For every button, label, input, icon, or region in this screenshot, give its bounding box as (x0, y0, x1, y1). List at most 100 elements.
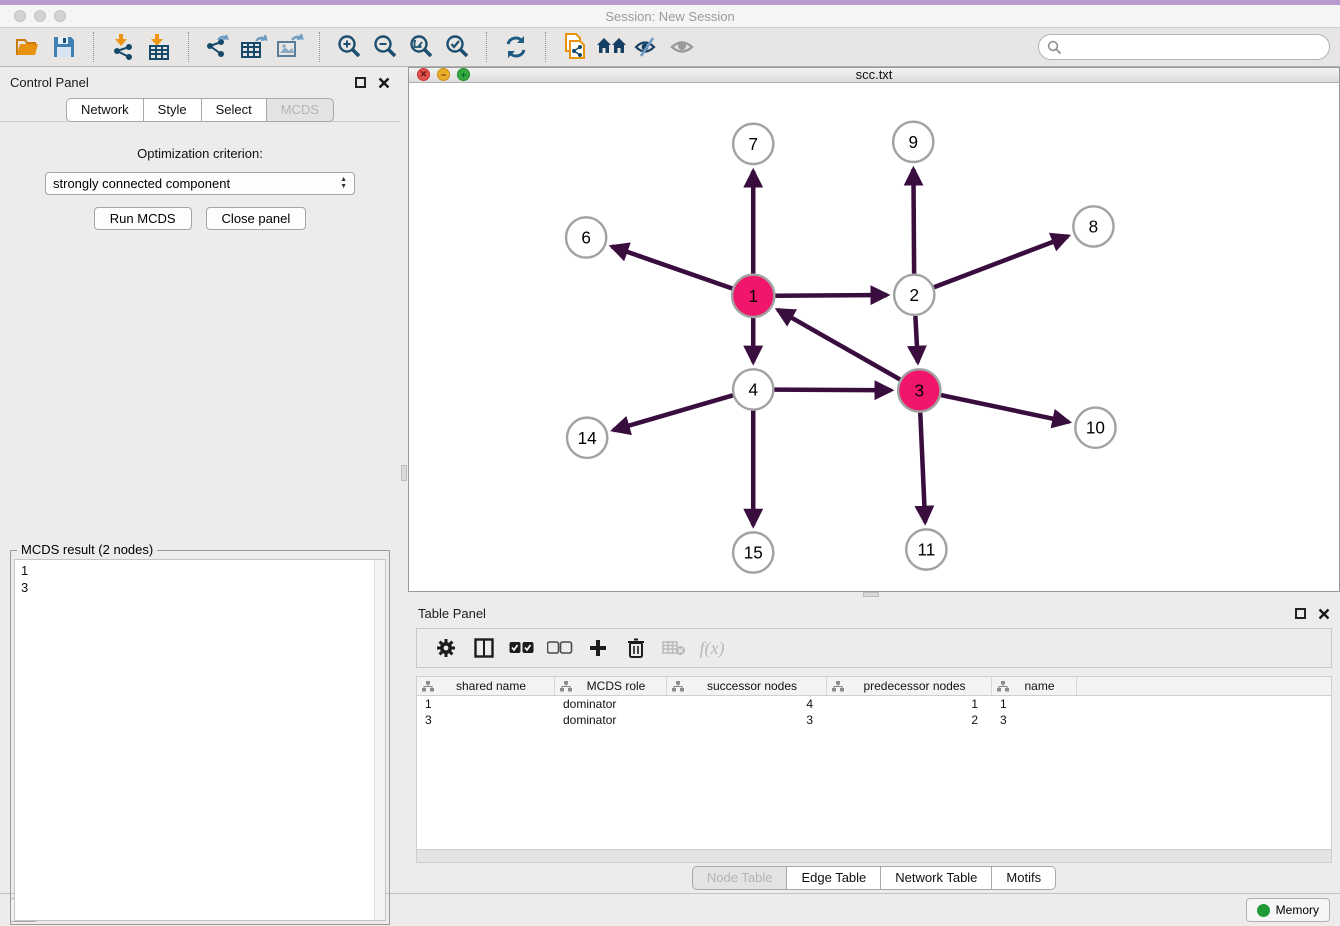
table-cell[interactable]: 3 (992, 712, 1077, 728)
export-image-icon[interactable] (275, 32, 305, 62)
close-panel-button[interactable]: Close panel (206, 207, 307, 230)
edge-4-14[interactable] (613, 395, 733, 430)
table-panel-float-button[interactable] (1295, 608, 1306, 619)
clone-network-icon[interactable] (560, 32, 590, 62)
table-header-row: shared nameMCDS rolesuccessor nodesprede… (417, 677, 1331, 696)
zoom-selected-icon[interactable] (442, 32, 472, 62)
show-column-panel-icon[interactable] (465, 635, 503, 661)
node-label-2: 2 (910, 286, 920, 305)
optimization-criterion-label: Optimization criterion: (0, 146, 400, 161)
column-header-predecessor-nodes[interactable]: predecessor nodes (827, 677, 992, 695)
refresh-icon[interactable] (501, 32, 531, 62)
select-all-rows-icon[interactable] (503, 635, 541, 661)
network-graph[interactable]: 7961284314101511 (409, 83, 1339, 591)
splitter-handle[interactable] (401, 465, 407, 481)
memory-button[interactable]: Memory (1246, 898, 1330, 922)
vertical-splitter[interactable] (400, 67, 408, 893)
mcds-result-text[interactable]: 1 3 (15, 560, 374, 920)
edge-3-11[interactable] (920, 412, 925, 522)
save-session-icon[interactable] (49, 32, 79, 62)
table-cell[interactable]: 2 (827, 712, 992, 728)
network-close-button[interactable]: ✕ (417, 68, 430, 81)
control-panel-float-button[interactable] (355, 77, 366, 88)
column-type-icon (672, 681, 684, 692)
node-table: shared nameMCDS rolesuccessor nodesprede… (416, 676, 1332, 863)
search-icon (1047, 40, 1062, 55)
column-type-icon (422, 681, 434, 692)
edge-2-3[interactable] (915, 316, 917, 362)
memory-label: Memory (1276, 903, 1319, 917)
table-tab-network-table[interactable]: Network Table (880, 866, 992, 890)
node-label-1: 1 (748, 287, 758, 306)
edge-2-9[interactable] (913, 169, 914, 274)
open-session-icon[interactable] (13, 32, 43, 62)
column-header-MCDS-role[interactable]: MCDS role (555, 677, 667, 695)
zoom-out-icon[interactable] (370, 32, 400, 62)
run-mcds-button[interactable]: Run MCDS (94, 207, 192, 230)
table-cell[interactable]: 1 (417, 696, 555, 712)
toolbar-separator (93, 32, 94, 62)
criterion-select[interactable]: strongly connected component ▲▼ (45, 172, 355, 195)
table-cell[interactable]: 1 (827, 696, 992, 712)
table-horizontal-scrollbar[interactable] (417, 849, 1331, 862)
zoom-in-icon[interactable] (334, 32, 364, 62)
table-row[interactable]: 1dominator411 (417, 696, 1331, 712)
table-cell[interactable]: dominator (555, 696, 667, 712)
table-body: 1dominator4113dominator323 (417, 696, 1331, 728)
search-input[interactable] (1068, 40, 1321, 55)
window-titlebar: Session: New Session (0, 5, 1340, 28)
tab-network[interactable]: Network (66, 98, 144, 122)
edge-3-10[interactable] (941, 395, 1069, 422)
deselect-all-rows-icon[interactable] (541, 635, 579, 661)
table-row[interactable]: 3dominator323 (417, 712, 1331, 728)
table-cell[interactable]: dominator (555, 712, 667, 728)
edge-1-6[interactable] (612, 246, 733, 288)
network-zoom-button[interactable]: + (457, 68, 470, 81)
hide-selected-icon[interactable] (632, 32, 662, 62)
function-builder-icon-disabled: f(x) (693, 635, 731, 661)
memory-status-icon (1257, 904, 1270, 917)
table-tab-node-table[interactable]: Node Table (692, 866, 788, 890)
tab-mcds[interactable]: MCDS (266, 98, 334, 122)
search-field[interactable] (1038, 34, 1330, 60)
first-neighbors-icon[interactable] (596, 32, 626, 62)
window-title: Session: New Session (0, 9, 1340, 24)
zoom-fit-icon[interactable] (406, 32, 436, 62)
table-settings-gear-icon[interactable] (427, 635, 465, 661)
table-cell[interactable]: 1 (992, 696, 1077, 712)
table-cell[interactable]: 4 (667, 696, 827, 712)
import-table-icon[interactable] (144, 32, 174, 62)
table-cell[interactable]: 3 (417, 712, 555, 728)
splitter-handle[interactable] (863, 592, 879, 597)
node-label-10: 10 (1086, 419, 1105, 438)
toolbar-separator (188, 32, 189, 62)
edge-3-1[interactable] (778, 310, 900, 380)
edge-1-2[interactable] (775, 295, 887, 296)
column-header-name[interactable]: name (992, 677, 1077, 695)
table-cell[interactable]: 3 (667, 712, 827, 728)
network-minimize-button[interactable]: − (437, 68, 450, 81)
table-tab-motifs[interactable]: Motifs (991, 866, 1056, 890)
horizontal-splitter[interactable] (408, 592, 1340, 598)
create-column-icon[interactable] (579, 635, 617, 661)
show-all-icon[interactable] (668, 32, 698, 62)
column-type-icon (832, 681, 844, 692)
edge-2-8[interactable] (934, 236, 1068, 287)
control-panel: Control Panel NetworkStyleSelectMCDS Opt… (0, 67, 400, 893)
mcds-result-title: MCDS result (2 nodes) (17, 542, 157, 557)
export-table-icon[interactable] (239, 32, 269, 62)
column-header-successor-nodes[interactable]: successor nodes (667, 677, 827, 695)
tab-style[interactable]: Style (143, 98, 202, 122)
column-header-shared-name[interactable]: shared name (417, 677, 555, 695)
table-tab-edge-table[interactable]: Edge Table (786, 866, 881, 890)
export-network-icon[interactable] (203, 32, 233, 62)
tab-select[interactable]: Select (201, 98, 267, 122)
result-scrollbar[interactable] (374, 560, 385, 920)
delete-column-icon[interactable] (617, 635, 655, 661)
control-panel-close-button[interactable] (378, 77, 390, 89)
edge-4-3[interactable] (774, 389, 891, 390)
import-network-icon[interactable] (108, 32, 138, 62)
toolbar-separator (545, 32, 546, 62)
network-canvas[interactable]: 7961284314101511 (409, 83, 1339, 591)
table-panel-close-button[interactable] (1318, 608, 1330, 620)
